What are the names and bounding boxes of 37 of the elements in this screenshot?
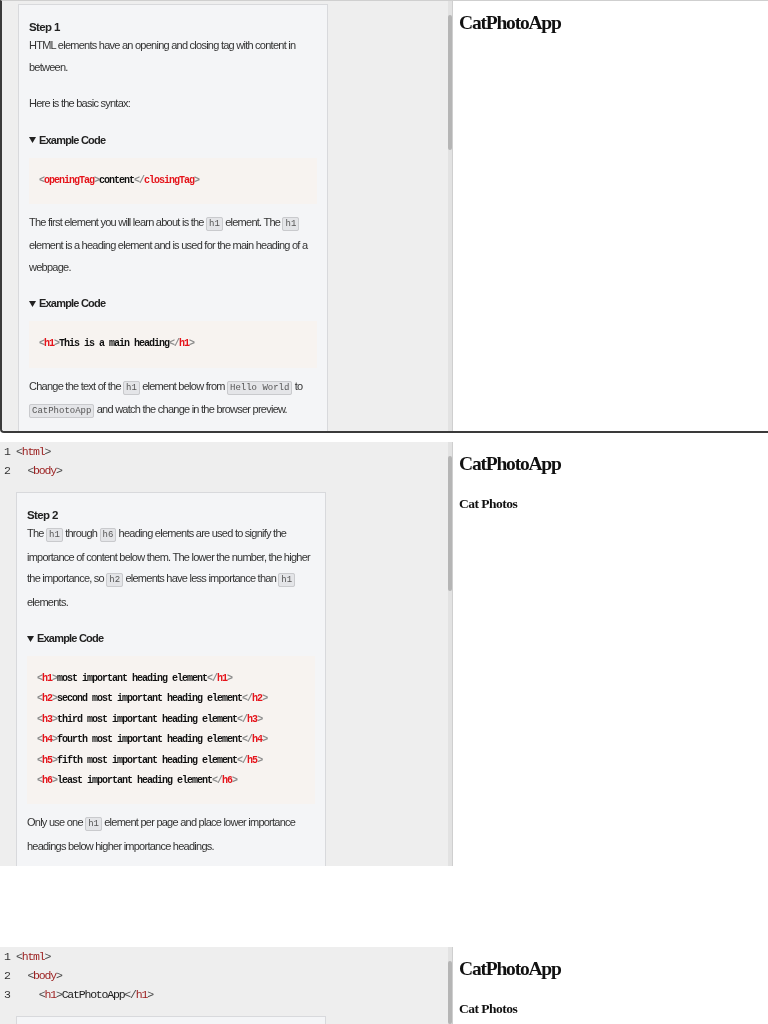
line-number: 1	[4, 949, 12, 965]
instruction-text: Only use one h1 element per page and place lower importance headings below higher importance headings.	[27, 815, 297, 854]
code-line: <body>	[26, 463, 62, 479]
subheading: Cat Photos	[459, 495, 519, 513]
example-code-toggle[interactable]: Example Code	[27, 628, 104, 649]
scrollbar-thumb[interactable]	[448, 15, 452, 150]
page-heading: CatPhotoApp	[459, 452, 562, 476]
instruction-text: The h1 through h6 heading elements are used to signify the importance of content below them. The lower the number, the higher the importance, so h2 elements have less importance than h1 elements.	[27, 526, 312, 610]
code-line: <body>	[26, 968, 62, 984]
instruction-text: The first element you will learn about is the h1 element. The h1 element is a heading element and is used for the main heading of a webpage.	[29, 214, 309, 275]
instruction-text: Change the text of the h1 element below from Hello World to CatPhotoApp and watch the change in the browser preview.	[29, 378, 304, 421]
line-number: 3	[4, 987, 11, 1003]
code-line: <h5>fifth most important heading element</h5>	[37, 753, 264, 768]
code-line: <html>	[16, 949, 51, 965]
code-line: <h2>second most important heading element</h2>	[37, 692, 269, 707]
page-heading: CatPhotoApp	[459, 11, 562, 35]
step-title: Step 2	[27, 508, 59, 523]
line-number: 1	[4, 444, 12, 460]
page-heading: CatPhotoApp	[459, 957, 562, 981]
subheading: Cat Photos	[459, 1000, 519, 1018]
line-number: 2	[4, 463, 11, 479]
code-line: <h1>most important heading element</h1>	[37, 672, 234, 686]
example-code-toggle[interactable]: Example Code	[29, 293, 106, 315]
code-line: <h6>least important heading element</h6>	[37, 774, 239, 789]
code-line: <html>	[16, 444, 51, 460]
scrollbar-thumb[interactable]	[448, 456, 452, 591]
code-line: <h1>CatPhotoApp</h1>	[37, 987, 153, 1003]
code-line: <openingTag>content</closingTag>	[39, 173, 201, 188]
code-line: <h1>This is a main heading</h1>	[39, 337, 196, 352]
instruction-text: HTML elements have an opening and closing tag with content in between.	[29, 38, 297, 75]
step-title: Step 1	[29, 20, 61, 35]
example-code-toggle[interactable]: Example Code	[29, 129, 106, 151]
scrollbar-thumb[interactable]	[448, 961, 452, 1024]
code-line: <h3>third most important heading element</h3>	[37, 712, 264, 727]
line-number: 2	[4, 968, 11, 984]
code-line: <h4>fourth most important heading element</h4>	[37, 733, 269, 748]
instruction-text: Here is the basic syntax:	[29, 96, 132, 111]
